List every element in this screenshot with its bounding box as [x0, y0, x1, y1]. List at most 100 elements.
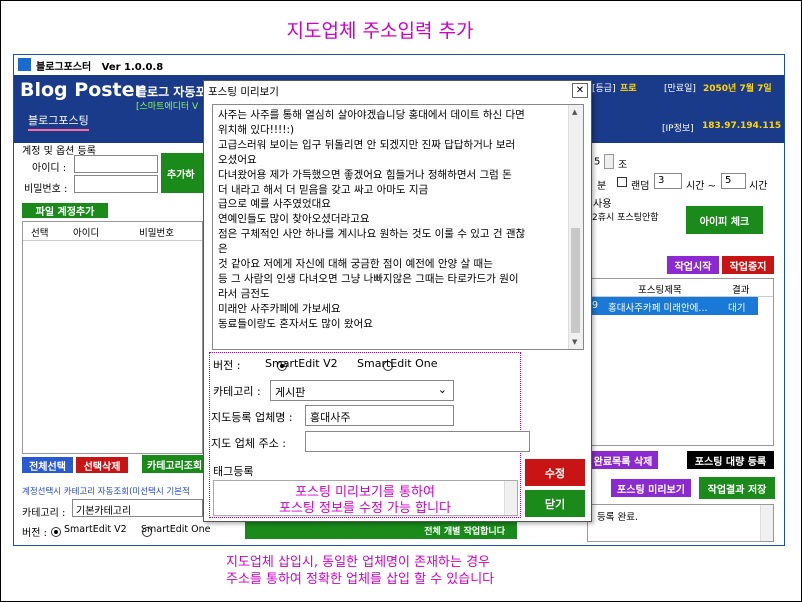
map-address-label: 지도 업체 주소 :: [211, 437, 286, 450]
preview-body-line: 미래안 사주카페에 가보세요: [218, 302, 341, 315]
unit-time: 시간: [749, 181, 768, 192]
log-text: 등록 완료.: [597, 512, 638, 523]
spin-value-3-text: 5: [725, 175, 732, 186]
ip-label: [IP정보]: [662, 124, 694, 134]
grade-value: 프로: [620, 84, 637, 94]
preview-body-line: 더 내라고 해서 더 믿음을 갖고 싸고 아마도 지금: [218, 183, 429, 196]
unit-bun: 분: [597, 181, 607, 192]
start-button[interactable]: 작업시작: [667, 256, 719, 274]
individual-task-button[interactable]: 전체 개별 작업합니다: [245, 521, 517, 539]
tag-overlay-line-2: 포스팅 정보를 수정 가능 합니다: [278, 501, 451, 516]
dialog-category-select[interactable]: 게시판 ⌄: [270, 380, 454, 401]
app-icon: [18, 58, 31, 71]
preview-posting-button[interactable]: 포스팅 미리보기: [611, 479, 691, 497]
bottom-heading-line-2: 주소를 통하여 정확한 업체를 삽입 할 수 있습니다: [226, 572, 495, 587]
dialog-version-one-label: SmartEdit One: [357, 357, 438, 370]
left-version-one-label: SmartEdit One: [141, 524, 211, 535]
ip-check-button[interactable]: 아이피 체크: [686, 206, 763, 234]
ip-value: 183.97.194.115: [702, 121, 782, 131]
preview-body-line: 은: [218, 243, 228, 256]
scrollbar-up-icon[interactable]: ▲: [572, 108, 577, 116]
preview-body-textarea[interactable]: 사주는 사주를 통해 열심히 살아야겠습니당 홍대에서 데이트 하신 다면위치해…: [212, 104, 584, 350]
posting-table: 포스팅제목 결과 9 홍대사주카페 미래안에... 대기: [585, 278, 774, 446]
spin-buttons-1[interactable]: [603, 154, 614, 169]
scrollbar-down-icon[interactable]: ▼: [572, 338, 577, 346]
id-label: 아이디 :: [32, 163, 67, 174]
dialog-version-label: 버전 :: [213, 359, 241, 372]
col-select[interactable]: 선택: [31, 225, 48, 239]
window-title: 블로그포스터 Ver 1.0.0.8: [36, 62, 164, 73]
spin-value-2[interactable]: 3: [654, 173, 682, 189]
delete-completed-button[interactable]: 완료목록 삭제: [588, 451, 658, 469]
map-name-input[interactable]: 홍대사주: [305, 405, 454, 426]
textarea-scrollbar[interactable]: ▲ ▼: [568, 105, 583, 349]
col-post-title[interactable]: 포스팅제목: [638, 282, 682, 296]
edit-button[interactable]: 수정: [525, 459, 585, 486]
grade-label: [등급]: [592, 84, 616, 94]
preview-body-line: 것 같아요 저에게 자신에 대해 궁금한 점이 예전에 안양 살 때는: [218, 258, 493, 271]
stop-button[interactable]: 작업중지: [722, 256, 774, 274]
close-icon[interactable]: ✕: [572, 83, 588, 98]
col-id[interactable]: 아이디: [73, 225, 99, 239]
password-input[interactable]: [74, 175, 158, 193]
log-box: 등록 완료.: [587, 504, 774, 542]
category-lookup-button[interactable]: 카테고리조회: [142, 455, 203, 473]
select-all-button[interactable]: 전체선택: [22, 457, 73, 473]
nav-tab-blog-posting[interactable]: 블로그포스팅: [28, 112, 89, 131]
spin-value-3[interactable]: 5: [721, 173, 746, 189]
map-name-label: 지도등록 업체명 :: [211, 411, 293, 424]
preview-body-line: 급으로 예를 사주였었대요: [218, 198, 331, 211]
spin-value-1-text: 5: [594, 156, 601, 168]
preview-body-line: 위치해 있다!!!!:): [218, 123, 295, 136]
preview-body-line: 오셨어요: [218, 153, 257, 166]
preview-body-line: 고급스러워 보이는 입구 뒤돌리면 안 되겠지만 진짜 답답하거나 보러: [218, 138, 516, 151]
unit-time-tilde: 시간 ~: [686, 181, 716, 192]
account-table: 선택 아이디 비밀번호: [22, 221, 203, 454]
map-address-input[interactable]: [305, 431, 530, 452]
dialog-category-value: 게시판: [275, 386, 306, 399]
rest-note: 2휴시 포스팅안함: [592, 213, 659, 223]
preview-body-line: 동료들이랑도 혼자서도 많이 왔어요: [218, 317, 373, 330]
app-tagline: [스마트에디터 V: [136, 102, 199, 112]
top-heading: 지도업체 주소입력 추가: [286, 20, 474, 42]
scrollbar-thumb[interactable]: [571, 228, 580, 333]
bulk-register-button[interactable]: 포스팅 대량 등록: [687, 451, 774, 469]
left-version-v2-radio[interactable]: [51, 527, 61, 537]
add-account-button[interactable]: 추가하: [161, 153, 203, 193]
left-category-value: 기본카테고리: [76, 506, 132, 517]
table-row[interactable]: 9 홍대사주카페 미래안에... 대기: [586, 297, 758, 315]
left-version-v2-label: SmartEdit V2: [64, 524, 127, 535]
tag-register-label: 태그등록: [213, 465, 254, 478]
spin-value-1[interactable]: 5: [594, 154, 614, 169]
preview-body-line: 사주는 사주를 통해 열심히 살아야겠습니당 홍대에서 데이트 하신 다면: [218, 109, 525, 121]
row-title: 홍대사주카페 미래안에...: [608, 303, 708, 314]
window-titlebar: 블로그포스터 Ver 1.0.0.8: [14, 55, 784, 75]
row-num: 9: [592, 300, 599, 311]
left-category-label: 카테고리 :: [22, 508, 66, 519]
app-logo: Blog Poster: [20, 79, 144, 101]
file-account-add-button[interactable]: 파일 계정추가: [22, 203, 108, 218]
posting-table-header: 포스팅제목 결과: [586, 279, 773, 297]
log-scrollbar[interactable]: [760, 505, 773, 541]
dialog-version-v2-label: SmartEdit V2: [265, 357, 338, 370]
id-input[interactable]: [74, 155, 158, 173]
preview-body-line: 연예인들도 많이 찾아오셨더라고요: [218, 213, 370, 226]
close-button[interactable]: 닫기: [525, 490, 585, 517]
password-label: 비밀번호 :: [24, 184, 68, 195]
row-status: 대기: [728, 303, 746, 314]
preview-body-text: 사주는 사주를 통해 열심히 살아야겠습니당 홍대에서 데이트 하신 다면위치해…: [218, 108, 566, 332]
dialog-category-label: 카테고리 :: [213, 385, 261, 398]
delete-selected-button[interactable]: 선택삭제: [76, 457, 128, 473]
chevron-down-icon: ⌄: [437, 383, 447, 396]
col-result[interactable]: 결과: [732, 282, 749, 296]
spin-value-2-text: 3: [658, 175, 665, 186]
save-result-button[interactable]: 작업결과 저장: [699, 477, 775, 499]
random-label: 랜덤: [631, 181, 650, 192]
app-subtitle: 블로그 자동포: [136, 85, 207, 99]
left-category-input[interactable]: 기본카테고리: [72, 499, 203, 517]
col-password[interactable]: 비밀번호: [139, 225, 174, 239]
left-version-label: 버전 :: [22, 528, 47, 539]
preview-body-line: 라서 금전도: [218, 287, 270, 300]
use-label: 사용: [593, 199, 612, 210]
random-checkbox[interactable]: [617, 177, 627, 187]
